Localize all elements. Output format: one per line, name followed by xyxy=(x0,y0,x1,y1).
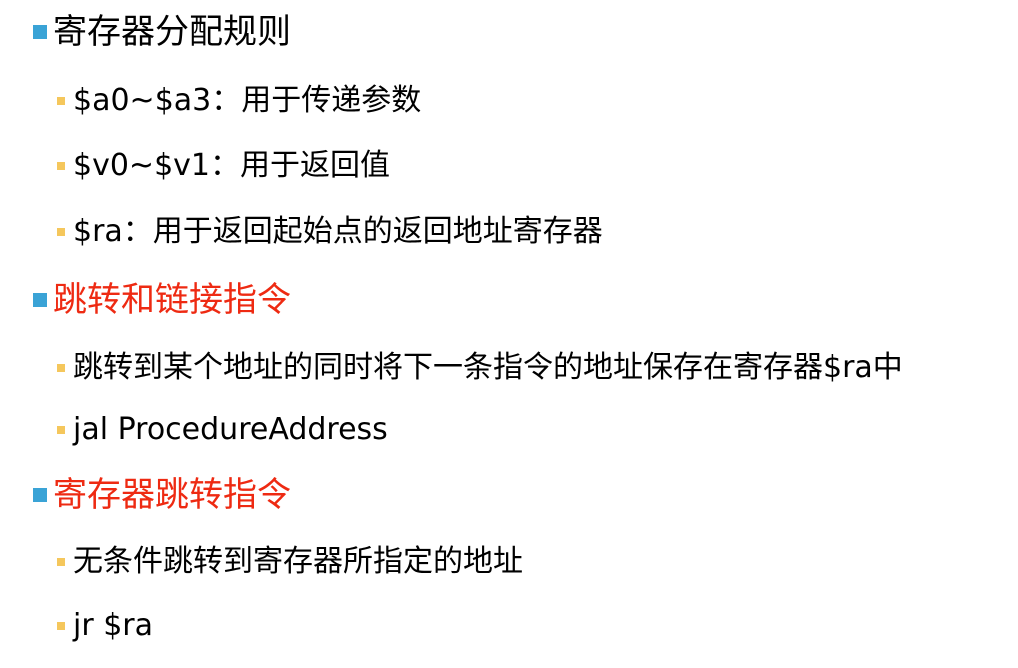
square-bullet-icon xyxy=(33,293,47,307)
section-heading-register-jump: 寄存器跳转指令 xyxy=(0,475,291,515)
square-bullet-icon xyxy=(57,97,65,105)
list-item-text: $ra：用于返回起始点的返回地址寄存器 xyxy=(73,214,603,249)
list-item: 无条件跳转到寄存器所指定的地址 xyxy=(0,544,523,580)
heading-text: 寄存器跳转指令 xyxy=(53,475,291,515)
square-bullet-icon xyxy=(33,25,47,39)
list-item-text: jal ProcedureAddress xyxy=(73,412,388,447)
square-bullet-icon xyxy=(57,162,65,170)
square-bullet-icon xyxy=(33,488,47,502)
section-heading-jump-and-link: 跳转和链接指令 xyxy=(0,280,291,320)
list-item: jal ProcedureAddress xyxy=(0,412,388,448)
square-bullet-icon xyxy=(57,426,65,434)
list-item: jr $ra xyxy=(0,608,153,644)
square-bullet-icon xyxy=(57,558,65,566)
list-item-text: $a0~$a3：用于传递参数 xyxy=(73,83,422,118)
list-item: $a0~$a3：用于传递参数 xyxy=(0,83,421,119)
list-item: $ra：用于返回起始点的返回地址寄存器 xyxy=(0,214,603,250)
list-item: 跳转到某个地址的同时将下一条指令的地址保存在寄存器$ra中 xyxy=(0,350,903,386)
heading-text: 跳转和链接指令 xyxy=(53,280,291,320)
square-bullet-icon xyxy=(57,228,65,236)
list-item-text: 无条件跳转到寄存器所指定的地址 xyxy=(73,544,523,579)
square-bullet-icon xyxy=(57,364,65,372)
heading-text: 寄存器分配规则 xyxy=(53,12,291,52)
list-item-text: 跳转到某个地址的同时将下一条指令的地址保存在寄存器$ra中 xyxy=(73,350,903,385)
list-item-text: $v0~$v1：用于返回值 xyxy=(73,148,390,183)
section-heading-register-allocation: 寄存器分配规则 xyxy=(0,12,291,52)
square-bullet-icon xyxy=(57,622,65,630)
list-item-text: jr $ra xyxy=(73,608,154,643)
list-item: $v0~$v1：用于返回值 xyxy=(0,148,390,184)
